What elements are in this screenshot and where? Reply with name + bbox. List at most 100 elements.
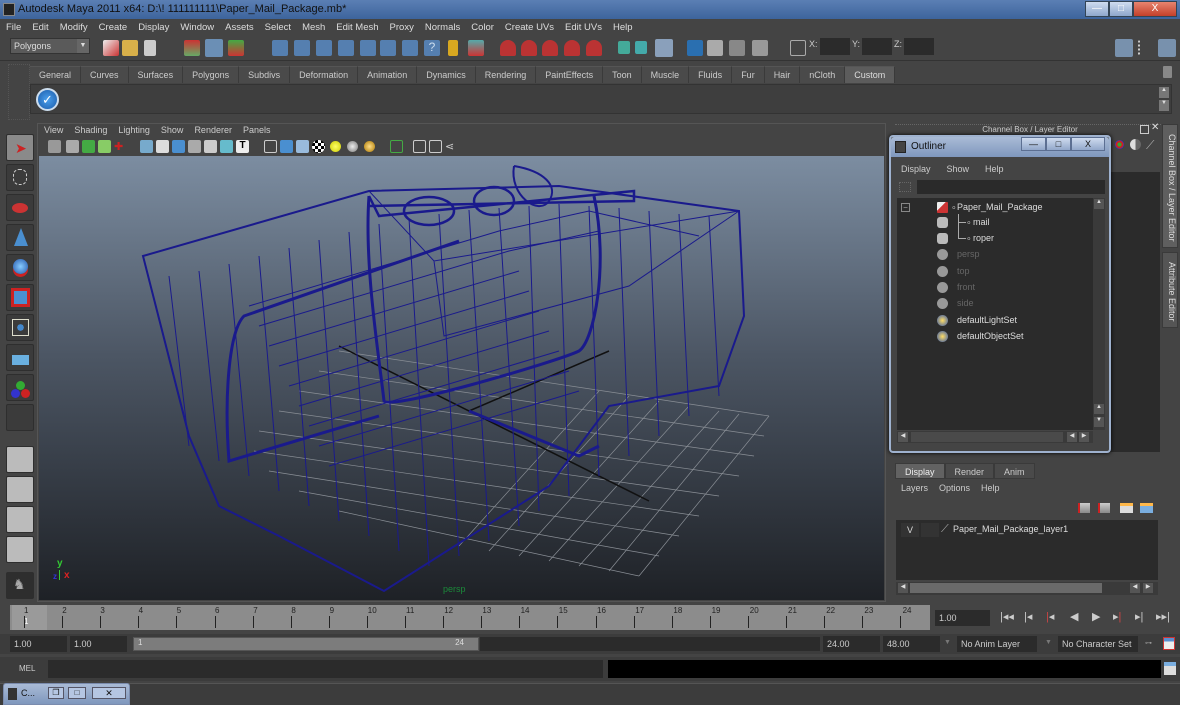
auto-key-key-icon[interactable]: ⊶: [1145, 639, 1152, 647]
menu-edit[interactable]: Edit: [32, 22, 48, 33]
scroll-thumb[interactable]: [911, 432, 1063, 442]
scroll-right-icon[interactable]: ▶: [1143, 583, 1153, 593]
x-input[interactable]: [820, 38, 850, 55]
layer-display-type-toggle[interactable]: [921, 523, 939, 537]
outliner-titlebar[interactable]: Outliner — □ X: [891, 137, 1109, 157]
construction-history-icon[interactable]: [655, 39, 673, 57]
character-set-dropdown[interactable]: No Character Set: [1058, 636, 1138, 652]
menu-select[interactable]: Select: [265, 22, 291, 33]
menu-edit-mesh[interactable]: Edit Mesh: [336, 22, 378, 33]
step-back-key-button[interactable]: |◂: [1046, 610, 1054, 623]
go-to-end-button[interactable]: ▸▸|: [1156, 610, 1170, 623]
shelf-scroll-down[interactable]: ▼: [1159, 100, 1169, 111]
wireframe-icon[interactable]: [140, 140, 153, 153]
step-back-frame-button[interactable]: |◂: [1024, 610, 1032, 623]
maya-logo-button[interactable]: ♞: [6, 572, 34, 599]
vp-menu-lighting[interactable]: Lighting: [118, 125, 150, 135]
time-slider[interactable]: 1 1 2 3 4 5 6 7 8 9 10 11 12 13 14 15 16 17 18 19 20 21 22 23 2…: [10, 605, 930, 630]
four-view-layout[interactable]: [6, 476, 34, 503]
snap-view-plane-icon[interactable]: [564, 40, 580, 56]
shelf-tab-general[interactable]: General: [30, 66, 82, 83]
new-scene-icon[interactable]: [103, 40, 119, 56]
camera-attributes-icon[interactable]: [66, 140, 79, 153]
persp-graph-layout[interactable]: [6, 536, 34, 563]
universal-manipulator[interactable]: [6, 314, 34, 341]
mel-command-input[interactable]: [48, 660, 603, 678]
vp-menu-show[interactable]: Show: [161, 125, 184, 135]
default-material-icon[interactable]: [188, 140, 201, 153]
select-dynamics-icon[interactable]: [380, 40, 396, 56]
minimized-window[interactable]: C... ❐ □ ✕: [3, 683, 130, 705]
menu-create-uvs[interactable]: Create UVs: [505, 22, 554, 33]
go-to-start-button[interactable]: |◂◂: [1000, 610, 1014, 623]
outliner-filter-input[interactable]: [917, 180, 1105, 194]
select-rendering-icon[interactable]: [402, 40, 418, 56]
scroll-left-icon[interactable]: ◀: [1067, 432, 1077, 442]
chevron-down-icon[interactable]: ▼: [1045, 639, 1052, 646]
snap-curve-icon[interactable]: [521, 40, 537, 56]
scroll-up-icon[interactable]: ▲: [1094, 404, 1104, 414]
isolate-select-icon[interactable]: [390, 140, 403, 153]
shelf-tab-dynamics[interactable]: Dynamics: [417, 66, 476, 83]
save-scene-icon[interactable]: [144, 40, 156, 56]
menu-window[interactable]: Window: [180, 22, 214, 33]
output-ops-icon[interactable]: [635, 41, 647, 54]
channels-icon[interactable]: [1115, 140, 1124, 149]
shelf-tab-surfaces[interactable]: Surfaces: [128, 66, 184, 83]
shelf-tab-toon[interactable]: Toon: [603, 66, 642, 83]
film-gate-icon[interactable]: [156, 140, 169, 153]
play-forwards-button[interactable]: ▶: [1092, 610, 1100, 623]
layer-menu-options[interactable]: Options: [939, 483, 970, 493]
shelf-tab-custom[interactable]: Custom: [845, 66, 896, 83]
scroll-left-icon[interactable]: ◀: [1130, 583, 1140, 593]
menu-normals[interactable]: Normals: [425, 22, 460, 33]
select-deformations-icon[interactable]: [360, 40, 376, 56]
script-editor-icon[interactable]: [1164, 662, 1176, 675]
attribute-editor-toggle-icon[interactable]: [1115, 39, 1133, 57]
layer-menu-help[interactable]: Help: [981, 483, 1000, 493]
animation-end-field[interactable]: 48.00: [883, 636, 940, 652]
scroll-left-icon[interactable]: ◀: [898, 432, 908, 442]
vp-menu-panels[interactable]: Panels: [243, 125, 271, 135]
menu-modify[interactable]: Modify: [60, 22, 88, 33]
absolute-transform-icon[interactable]: [790, 40, 806, 56]
snap-point-icon[interactable]: [542, 40, 558, 56]
image-plane-icon[interactable]: [98, 140, 111, 153]
checkmark-icon[interactable]: ✓: [36, 88, 59, 111]
maximize-button[interactable]: □: [1109, 1, 1133, 17]
menu-color[interactable]: Color: [471, 22, 494, 33]
outliner-persp-layout[interactable]: [6, 506, 34, 533]
outliner-menu-display[interactable]: Display: [901, 164, 931, 174]
share-icon[interactable]: ⋖: [445, 140, 458, 153]
paint-select-tool[interactable]: [6, 194, 34, 221]
playback-end-field[interactable]: 24.00: [823, 636, 880, 652]
side-tab-attribute-editor[interactable]: Attribute Editor: [1162, 252, 1178, 328]
textured-icon[interactable]: T: [236, 140, 249, 153]
wireframe-shade-icon[interactable]: [264, 140, 277, 153]
smooth-shade-icon[interactable]: [172, 140, 185, 153]
layers-toggle-icon[interactable]: [1130, 139, 1141, 150]
wireframe-on-shaded-icon[interactable]: [296, 140, 309, 153]
outliner-vertical-scrollbar[interactable]: ▲ ▲ ▼: [1093, 198, 1105, 430]
layer-color-swatch[interactable]: ⟋: [941, 523, 949, 536]
trash-icon[interactable]: [1163, 66, 1172, 78]
bookmarks-icon[interactable]: [82, 140, 95, 153]
menu-set-dropdown[interactable]: Polygons ▼: [10, 38, 90, 54]
close-panel-icon[interactable]: ✕: [1151, 122, 1159, 133]
render-current-frame-icon[interactable]: [707, 40, 723, 56]
collapse-toggle[interactable]: −: [901, 203, 910, 212]
scroll-down-icon[interactable]: ▼: [1094, 417, 1104, 427]
outliner-menu-show[interactable]: Show: [947, 164, 970, 174]
perspective-viewport[interactable]: y x z persp: [39, 156, 884, 600]
menu-help[interactable]: Help: [613, 22, 633, 33]
maximize-button[interactable]: □: [68, 687, 86, 699]
shelf-tab-muscle[interactable]: Muscle: [641, 66, 690, 83]
step-forward-frame-button[interactable]: ▸|: [1135, 610, 1143, 623]
shelf-tab-hair[interactable]: Hair: [764, 66, 801, 83]
lasso-tool[interactable]: [6, 164, 34, 191]
layer-tab-display[interactable]: Display: [895, 463, 945, 479]
filter-icon[interactable]: [899, 182, 911, 192]
create-layer-from-selected-icon[interactable]: [1140, 503, 1153, 513]
range-slider[interactable]: 1 24: [133, 637, 479, 651]
restore-button[interactable]: ❐: [48, 687, 64, 699]
